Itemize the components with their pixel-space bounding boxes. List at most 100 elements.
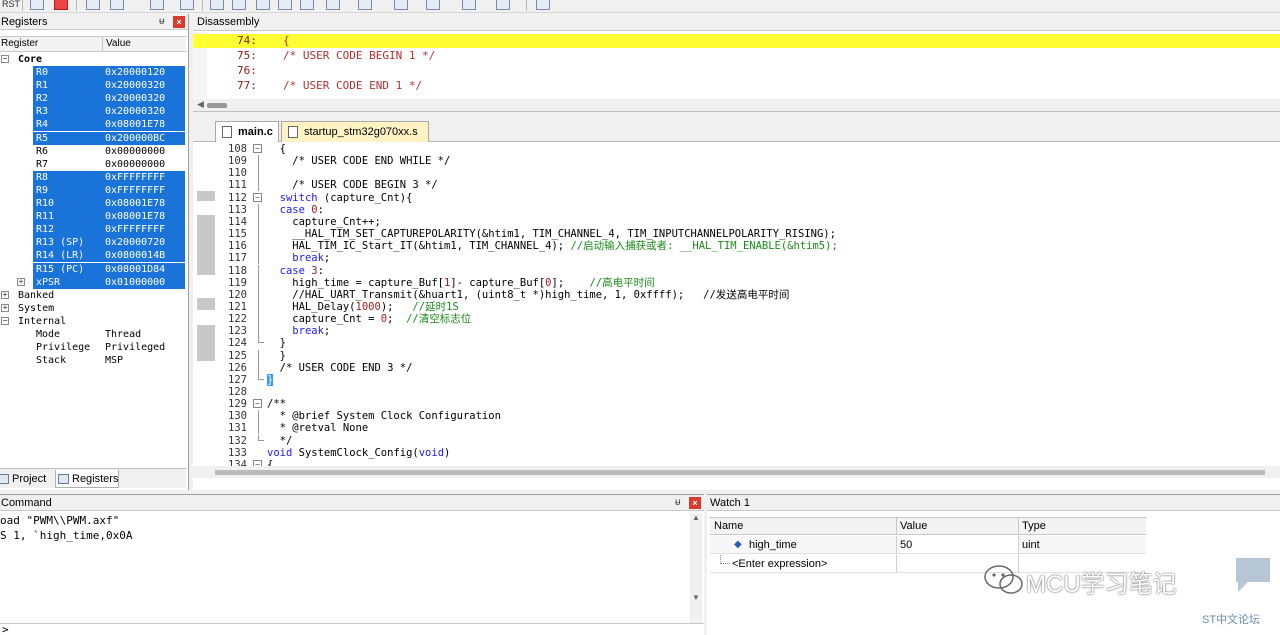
close-icon[interactable]: × bbox=[689, 497, 701, 509]
editor-hscrollbar[interactable] bbox=[193, 466, 1280, 478]
tree-node-internal[interactable]: − Internal bbox=[0, 315, 186, 328]
disassembly-row[interactable]: 75: /* USER CODE BEGIN 1 */ bbox=[193, 49, 1280, 63]
command-input[interactable]: > bbox=[0, 623, 704, 635]
code-line[interactable]: 117 break; bbox=[193, 252, 1280, 265]
scroll-left-icon[interactable]: ◀ bbox=[197, 99, 204, 110]
code-line[interactable]: 110 bbox=[193, 167, 1280, 180]
scroll-up-icon[interactable]: ▲ bbox=[692, 513, 700, 522]
code-line[interactable]: 131 * @retval None bbox=[193, 422, 1280, 435]
step-into-icon[interactable] bbox=[86, 0, 100, 10]
code-line[interactable]: 123 break; bbox=[193, 325, 1280, 338]
code-line[interactable]: 121 HAL_Delay(1000); //延时1S bbox=[193, 300, 1280, 313]
toolbox-icon[interactable] bbox=[536, 0, 550, 10]
code-line[interactable]: 112− switch (capture_Cnt){ bbox=[193, 192, 1280, 204]
trace-window-icon[interactable] bbox=[462, 0, 476, 10]
fold-toggle-icon[interactable]: − bbox=[253, 399, 262, 409]
code-line[interactable]: 124 } bbox=[193, 337, 1280, 349]
code-line[interactable]: 125 } bbox=[193, 349, 1280, 362]
command-vscrollbar[interactable]: ▲ ▼ bbox=[690, 513, 702, 623]
col-value-header[interactable]: Value bbox=[900, 520, 927, 532]
watch-window-icon[interactable] bbox=[326, 0, 340, 10]
disassembly-window-icon[interactable] bbox=[232, 0, 246, 10]
disassembly-row[interactable]: 76: bbox=[193, 64, 1280, 78]
tree-node-banked[interactable]: + Banked bbox=[0, 289, 186, 302]
reset-button[interactable]: RST bbox=[2, 0, 20, 11]
tree-node-core[interactable]: − Core bbox=[0, 53, 186, 66]
code-line[interactable]: 114 capture_Cnt++; bbox=[193, 215, 1280, 228]
code-line[interactable]: 127} bbox=[193, 373, 1280, 386]
code-line[interactable]: 122 capture_Cnt = 0; //清空标志位 bbox=[193, 313, 1280, 326]
code-line[interactable]: 133 void SystemClock_Config(void) bbox=[193, 447, 1280, 459]
code-line[interactable]: 109 /* USER CODE END WHILE */ bbox=[193, 155, 1280, 168]
tab-startup-file[interactable]: startup_stm32g070xx.s bbox=[281, 121, 429, 142]
col-type-header[interactable]: Type bbox=[1022, 520, 1046, 532]
pin-icon[interactable]: ᵾ bbox=[159, 16, 169, 27]
symbols-window-icon[interactable] bbox=[256, 0, 270, 10]
register-row[interactable]: R14 (LR) 0x0800014B bbox=[0, 249, 186, 263]
tab-registers[interactable]: Registers bbox=[55, 470, 119, 488]
register-row[interactable]: R3 0x20000320 bbox=[0, 105, 186, 119]
code-line[interactable]: 115 __HAL_TIM_SET_CAPTUREPOLARITY(&htim1… bbox=[193, 228, 1280, 241]
internal-row[interactable]: Privilege Privileged bbox=[0, 341, 186, 354]
code-line[interactable]: 111 /* USER CODE BEGIN 3 */ bbox=[193, 179, 1280, 192]
stop-icon[interactable] bbox=[54, 0, 68, 10]
scroll-thumb[interactable] bbox=[207, 103, 227, 108]
code-line[interactable]: 126 /* USER CODE END 3 */ bbox=[193, 361, 1280, 374]
scroll-down-icon[interactable]: ▼ bbox=[692, 593, 700, 602]
registers-window-icon[interactable] bbox=[278, 0, 292, 10]
col-name-header[interactable]: Name bbox=[714, 520, 743, 532]
code-line[interactable]: 116 HAL_TIM_IC_Start_IT(&htim1, TIM_CHAN… bbox=[193, 240, 1280, 253]
tab-main-c[interactable]: main.c bbox=[215, 121, 279, 142]
pin-icon[interactable]: ᵾ bbox=[675, 497, 685, 508]
fold-toggle-icon[interactable]: − bbox=[253, 144, 262, 153]
call-stack-window-icon[interactable] bbox=[300, 0, 314, 10]
disassembly-row[interactable]: 74:{ bbox=[193, 34, 1280, 48]
expand-icon[interactable]: + bbox=[1, 303, 9, 312]
register-row[interactable]: R7 0x00000000 bbox=[0, 158, 186, 171]
run-icon[interactable] bbox=[30, 0, 44, 10]
register-row[interactable]: R5 0x200000BC bbox=[0, 131, 186, 145]
register-row[interactable]: R11 0x08001E78 bbox=[0, 210, 186, 224]
run-to-cursor-icon[interactable] bbox=[180, 0, 194, 10]
collapse-icon[interactable]: − bbox=[1, 55, 9, 63]
internal-row[interactable]: Mode Thread bbox=[0, 328, 186, 341]
memory-window-icon[interactable] bbox=[358, 0, 372, 10]
code-line[interactable]: 118 case 3: bbox=[193, 264, 1280, 277]
code-line[interactable]: 108− { bbox=[193, 143, 1280, 155]
register-row[interactable]: R4 0x08001E78 bbox=[0, 118, 186, 132]
internal-row[interactable]: Stack MSP bbox=[0, 354, 186, 367]
command-window-icon[interactable] bbox=[210, 0, 224, 10]
disassembly-row[interactable]: 77: /* USER CODE END 1 */ bbox=[193, 79, 1280, 93]
register-row[interactable]: R13 (SP) 0x20000720 bbox=[0, 236, 186, 250]
close-icon[interactable]: × bbox=[173, 16, 185, 28]
col-value-header[interactable]: Value bbox=[106, 38, 131, 49]
tree-node-system[interactable]: + System bbox=[0, 302, 186, 315]
fold-toggle-icon[interactable]: − bbox=[253, 192, 262, 202]
code-line[interactable]: 120 //HAL_UART_Transmit(&huart1, (uint8_… bbox=[193, 288, 1280, 301]
code-line[interactable]: 113 case 0: bbox=[193, 203, 1280, 216]
serial-window-icon[interactable] bbox=[394, 0, 408, 10]
enter-expression[interactable]: <Enter expression> bbox=[732, 555, 827, 573]
code-line[interactable]: 130 * @brief System Clock Configuration bbox=[193, 410, 1280, 423]
col-register-header[interactable]: Register bbox=[1, 38, 38, 49]
step-over-icon[interactable] bbox=[110, 0, 124, 10]
register-row[interactable]: R8 0xFFFFFFFF bbox=[0, 170, 186, 184]
register-row[interactable]: R12 0xFFFFFFFF bbox=[0, 223, 186, 237]
register-row-xpsr[interactable]: + xPSR 0x01000000 bbox=[0, 275, 186, 289]
code-line[interactable]: 132 */ bbox=[193, 434, 1280, 447]
step-out-icon[interactable] bbox=[150, 0, 164, 10]
disassembly-hscrollbar[interactable]: ◀ bbox=[193, 99, 1280, 111]
register-row[interactable]: R15 (PC) 0x08001D84 bbox=[0, 262, 186, 276]
register-row[interactable]: R9 0xFFFFFFFF bbox=[0, 183, 186, 197]
collapse-icon[interactable]: − bbox=[1, 316, 9, 325]
register-row[interactable]: R1 0x20000320 bbox=[0, 79, 186, 93]
register-row[interactable]: R0 0x20000120 bbox=[0, 66, 186, 80]
expand-icon[interactable]: + bbox=[1, 290, 9, 299]
scroll-thumb[interactable] bbox=[215, 470, 1265, 475]
system-viewer-icon[interactable] bbox=[496, 0, 510, 10]
analysis-window-icon[interactable] bbox=[426, 0, 440, 10]
code-line[interactable]: 119 high_time = capture_Buf[1]- capture_… bbox=[193, 276, 1280, 289]
code-line[interactable]: 128 bbox=[193, 386, 1280, 398]
register-row[interactable]: R10 0x08001E78 bbox=[0, 197, 186, 211]
expand-icon[interactable]: + bbox=[17, 277, 25, 286]
